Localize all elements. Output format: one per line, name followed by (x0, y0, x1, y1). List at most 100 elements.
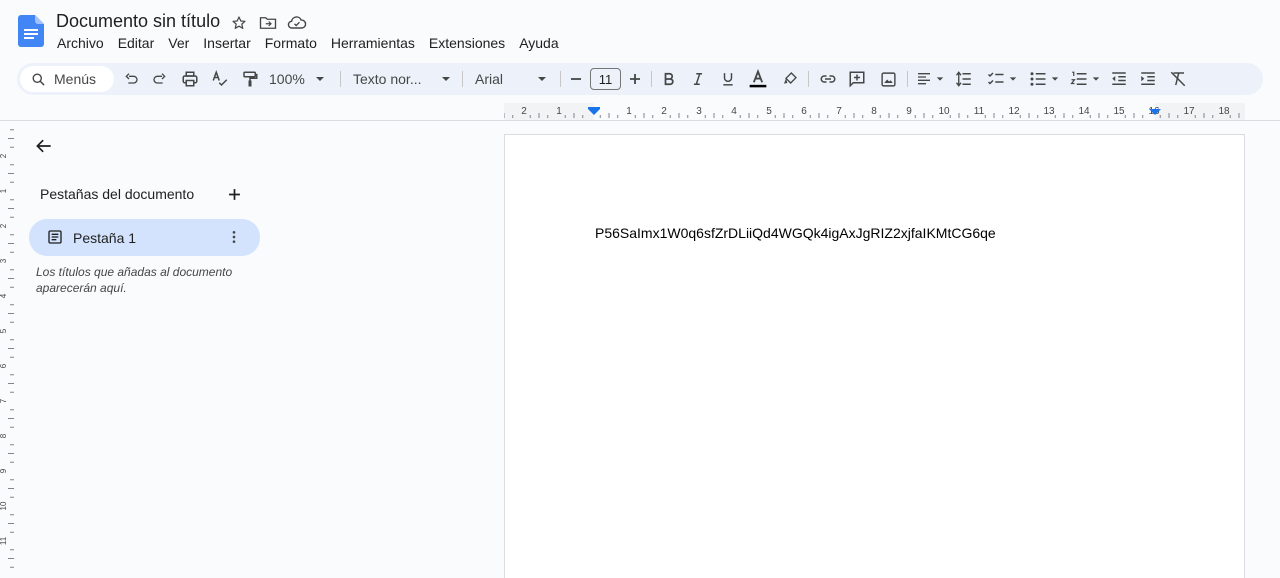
divider (651, 71, 652, 87)
paragraph-style-select[interactable]: Texto nor... (353, 63, 453, 95)
paint-format-button[interactable] (240, 63, 260, 95)
menu-insertar[interactable]: Insertar (196, 34, 257, 52)
increase-indent-button[interactable] (1138, 63, 1158, 95)
add-tab-button[interactable] (225, 185, 243, 203)
document-body-text[interactable]: P56SaImx1W0q6sfZrDLiiQd4WGQk4igAxJgRIZ2x… (595, 225, 996, 241)
chevron-down-icon (315, 77, 324, 81)
ruler-label: 6 (0, 363, 8, 368)
ruler-label: 18 (1218, 106, 1230, 117)
chevron-down-icon (1051, 77, 1059, 81)
ruler-label: 2 (661, 106, 667, 117)
redo-button[interactable] (150, 63, 170, 95)
spellcheck-icon (212, 70, 228, 87)
menu-herramientas[interactable]: Herramientas (324, 34, 422, 52)
bold-button[interactable] (659, 63, 679, 95)
first-line-indent-marker (588, 107, 600, 109)
redo-icon (153, 73, 166, 84)
ruler-label: 8 (0, 433, 8, 438)
ruler-label: 17 (1183, 106, 1195, 117)
highlight-color-button[interactable] (780, 63, 800, 95)
ruler-label: 6 (801, 106, 807, 117)
zoom-select[interactable]: 100% (269, 63, 333, 95)
move-folder-icon[interactable] (258, 13, 278, 33)
search-menus-button[interactable]: Menús (20, 66, 114, 92)
insert-link-button[interactable] (818, 63, 838, 95)
print-icon (182, 71, 198, 87)
cloud-saved-icon[interactable] (287, 13, 307, 33)
ruler-margin-left (504, 103, 594, 120)
ruler-label: 11 (0, 536, 8, 545)
ruler-label: 2 (0, 223, 8, 228)
title-actions (229, 13, 307, 33)
horizontal-ruler[interactable]: 21123456789101112131415161718 (504, 103, 1245, 120)
decrease-font-size-button[interactable] (567, 63, 585, 95)
checklist-icon (987, 72, 1004, 85)
ruler-label: 2 (521, 106, 527, 117)
ruler-label: 9 (906, 106, 912, 117)
text-color-button[interactable] (747, 63, 769, 95)
document-page[interactable]: P56SaImx1W0q6sfZrDLiiQd4WGQk4igAxJgRIZ2x… (504, 134, 1245, 578)
ruler-label: 5 (766, 106, 772, 117)
ruler-label: 1 (0, 188, 8, 193)
divider (907, 71, 908, 87)
line-spacing-button[interactable] (954, 63, 974, 95)
ruler-label: 14 (1078, 106, 1090, 117)
clear-formatting-button[interactable] (1168, 63, 1188, 95)
ruler-label: 10 (938, 106, 950, 117)
decrease-indent-icon (1112, 72, 1126, 85)
menu-ver[interactable]: Ver (161, 34, 196, 52)
spellcheck-button[interactable] (210, 63, 230, 95)
undo-button[interactable] (121, 63, 141, 95)
menu-extensiones[interactable]: Extensiones (422, 34, 512, 52)
paragraph-style-value: Texto nor... (353, 71, 422, 87)
font-value: Arial (475, 71, 504, 87)
menu-editar[interactable]: Editar (111, 34, 162, 52)
align-button[interactable] (914, 63, 946, 95)
highlighter-icon (784, 72, 797, 84)
chevron-down-icon (442, 77, 451, 81)
close-outline-button[interactable] (34, 136, 54, 156)
checklist-button[interactable] (985, 63, 1019, 95)
arrow-back-icon (36, 139, 51, 153)
ruler-label: 11 (974, 106, 985, 117)
docs-logo-icon[interactable] (18, 15, 44, 47)
chevron-down-icon (538, 77, 547, 81)
image-icon (880, 71, 896, 87)
font-select[interactable]: Arial (475, 63, 550, 95)
document-title[interactable]: Documento sin título (56, 11, 220, 32)
divider (808, 71, 809, 87)
ruler-label: 10 (0, 501, 8, 510)
bulleted-list-icon (1030, 72, 1046, 86)
numbered-list-button[interactable] (1068, 63, 1102, 95)
ruler-label: 3 (696, 106, 702, 117)
italic-button[interactable] (688, 63, 708, 95)
print-button[interactable] (180, 63, 200, 95)
menu-archivo[interactable]: Archivo (50, 34, 111, 52)
divider (340, 71, 341, 87)
vertical-ruler[interactable]: 2 1 2 3 4 5 6 7 8 9 10 11 (0, 121, 14, 578)
decrease-indent-button[interactable] (1109, 63, 1129, 95)
ruler-label: 8 (871, 106, 877, 117)
ruler-label: 4 (731, 106, 737, 117)
underline-button[interactable] (718, 63, 738, 95)
ruler-label: 5 (0, 328, 8, 333)
increase-font-size-button[interactable] (626, 63, 644, 95)
menu-ayuda[interactable]: Ayuda (512, 34, 565, 52)
star-icon[interactable] (229, 13, 249, 33)
add-comment-button[interactable] (847, 63, 867, 95)
ruler-divider (0, 120, 1280, 121)
ruler-label: 1 (556, 106, 562, 117)
tab-label: Pestaña 1 (73, 230, 137, 246)
insert-image-button[interactable] (878, 63, 898, 95)
italic-icon (693, 73, 703, 85)
tab-item-pestana-1[interactable]: Pestaña 1 (29, 219, 260, 256)
ruler-label: 7 (836, 106, 842, 117)
font-size-input[interactable]: 11 (590, 68, 621, 90)
more-vert-icon[interactable] (226, 229, 242, 245)
divider (462, 71, 463, 87)
menu-formato[interactable]: Formato (258, 34, 324, 52)
header: Documento sin título Archivo Editar Ver … (0, 0, 1280, 60)
chevron-down-icon (1092, 77, 1100, 81)
bulleted-list-button[interactable] (1027, 63, 1061, 95)
clear-formatting-icon (1170, 71, 1186, 87)
